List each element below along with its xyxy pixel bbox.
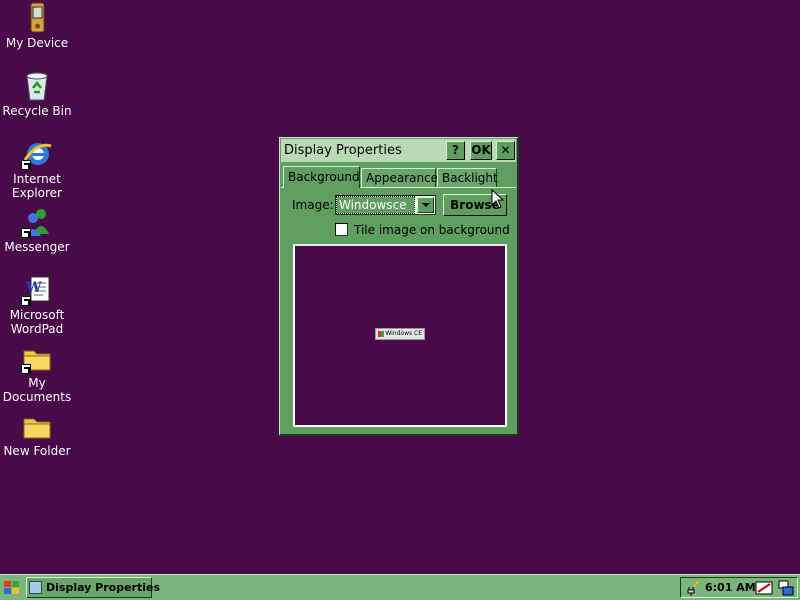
desktop-icon-label: WordPad (10, 322, 64, 336)
background-tab-panel: Image: Windowsce Browse Tile image on ba… (281, 187, 516, 433)
recycle-bin-icon (21, 70, 53, 102)
my-device-icon (21, 2, 53, 34)
desktop-icon-label: My Device (5, 36, 69, 50)
image-select-value: Windowsce (336, 196, 415, 214)
desktop-icon-label: Microsoft (9, 308, 65, 322)
desktop-icon-my-documents[interactable]: My Documents (0, 342, 74, 404)
desktop-icon-internet-explorer[interactable]: Internet Explorer (0, 138, 74, 200)
desktop-icon-label: New Folder (3, 444, 71, 458)
tab-background[interactable]: Background (283, 166, 360, 188)
keyboard-input-icon[interactable] (755, 580, 773, 596)
folder-icon (21, 410, 53, 442)
mouse-cursor-icon (491, 189, 505, 209)
tile-image-label[interactable]: Tile image on background (354, 223, 510, 237)
clock[interactable]: 6:01 AM (705, 581, 756, 594)
desktop-icon-wordpad[interactable]: W Microsoft WordPad (0, 274, 74, 336)
image-select[interactable]: Windowsce (335, 195, 436, 215)
desktop-icon-label: Internet (13, 172, 61, 186)
svg-text:W: W (25, 280, 42, 296)
tile-image-checkbox[interactable] (335, 223, 348, 236)
tab-backlight[interactable]: Backlight (437, 168, 498, 187)
folder-icon (21, 342, 53, 374)
wordpad-icon: W (21, 274, 53, 306)
shortcut-arrow-icon (21, 160, 31, 170)
shortcut-arrow-icon (21, 364, 31, 374)
desktop-icon-messenger[interactable]: Messenger (0, 206, 74, 254)
close-button[interactable]: ✕ (496, 141, 515, 160)
image-label: Image: (292, 198, 334, 212)
desktop-icon-label: Explorer (12, 186, 62, 200)
dialog-title: Display Properties (284, 143, 402, 158)
shortcut-arrow-icon (21, 228, 31, 238)
windows-ce-logo: Windows CE (375, 328, 425, 340)
start-button[interactable] (2, 578, 22, 598)
windows-flag-icon (378, 331, 384, 337)
help-button[interactable]: ? (446, 141, 465, 160)
ok-button[interactable]: OK (470, 141, 492, 160)
display-properties-dialog: Display Properties ? OK ✕ Background App… (279, 137, 519, 436)
taskbar-button-display-properties[interactable]: Display Properties (26, 577, 160, 598)
desktop-icon-label: My (28, 376, 46, 390)
system-tray: 6:01 AM (680, 577, 798, 598)
desktop-switch-icon[interactable] (778, 580, 794, 596)
taskbar-button-label: Display Properties (46, 581, 161, 594)
dialog-titlebar[interactable]: Display Properties ? OK ✕ (281, 139, 516, 162)
background-preview: Windows CE (293, 244, 507, 427)
desktop-icon-label: Documents (2, 390, 72, 404)
desktop-icon-recycle-bin[interactable]: Recycle Bin (0, 70, 74, 118)
desktop-icon-label: Messenger (4, 240, 70, 254)
chevron-down-icon[interactable] (417, 197, 434, 213)
desktop-icon-label: Recycle Bin (2, 104, 72, 118)
display-properties-icon (29, 581, 42, 594)
messenger-icon (21, 206, 53, 238)
power-plug-icon[interactable] (685, 580, 701, 596)
shortcut-arrow-icon (21, 296, 31, 306)
desktop-icon-new-folder[interactable]: New Folder (0, 410, 74, 458)
internet-explorer-icon (21, 138, 53, 170)
preview-logo-text: Windows CE (385, 330, 422, 337)
tab-appearance[interactable]: Appearance (361, 168, 438, 187)
desktop-icon-my-device[interactable]: My Device (0, 2, 74, 50)
taskbar: Display Properties 6:01 AM (0, 574, 800, 600)
